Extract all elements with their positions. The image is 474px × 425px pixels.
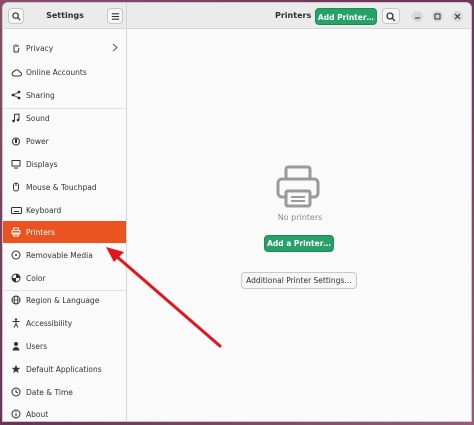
minimize-button[interactable] <box>412 11 423 22</box>
info-icon <box>10 408 22 420</box>
sidebar-item-label: Removable Media <box>26 250 93 260</box>
sidebar-item-label: Displays <box>26 159 58 169</box>
additional-printer-settings-button[interactable]: Additional Printer Settings… <box>241 272 357 289</box>
sidebar-header: Settings <box>3 3 127 29</box>
sidebar-item-region-language[interactable]: Region & Language <box>3 289 126 311</box>
sidebar-item-label: Date & Time <box>26 387 73 397</box>
sidebar-item-sound[interactable]: Sound <box>3 107 126 129</box>
add-printer-button[interactable]: Add a Printer… <box>264 235 334 252</box>
sidebar-item-label: Users <box>26 341 48 351</box>
search-icon <box>386 12 396 22</box>
sidebar-item-partial[interactable] <box>3 29 126 37</box>
keyboard-icon <box>10 204 22 216</box>
maximize-icon <box>434 13 441 20</box>
printer-search-button[interactable] <box>382 8 400 24</box>
sidebar-item-users[interactable]: Users <box>3 335 126 357</box>
cloud-icon <box>10 66 22 78</box>
sidebar-item-about[interactable]: About <box>3 403 126 421</box>
media-icon <box>10 249 22 261</box>
panel-title: Printers <box>275 11 312 20</box>
close-icon <box>454 13 461 20</box>
sidebar-item-sharing[interactable]: Sharing <box>3 84 126 106</box>
mouse-icon <box>10 181 22 193</box>
sidebar-item-privacy[interactable]: Privacy <box>3 37 126 59</box>
hamburger-icon <box>111 13 120 20</box>
music-note-icon <box>10 112 22 124</box>
add-printer-header-button[interactable]: Add Printer… <box>315 8 377 25</box>
color-icon <box>10 272 22 284</box>
monitor-icon <box>10 158 22 170</box>
close-button[interactable] <box>452 11 463 22</box>
accessibility-icon <box>10 317 22 329</box>
sidebar-item-default-applications[interactable]: Default Applications <box>3 358 126 380</box>
printers-panel: No printers Add a Printer… Additional Pr… <box>128 29 471 421</box>
star-icon <box>10 363 22 375</box>
empty-state-text: No printers <box>277 213 323 222</box>
sidebar-item-label: Color <box>26 273 46 283</box>
printer-placeholder-icon <box>276 165 320 208</box>
sidebar-item-label: About <box>26 409 49 419</box>
sidebar-item-label: Privacy <box>26 43 54 53</box>
header-bar: Settings Printers Add Printer… <box>3 3 471 29</box>
chevron-right-icon <box>112 43 118 52</box>
minimize-icon <box>415 17 420 19</box>
power-icon <box>10 135 22 147</box>
maximize-button[interactable] <box>432 11 443 22</box>
menu-button[interactable] <box>107 8 123 24</box>
sidebar-item-label: Keyboard <box>26 205 62 215</box>
globe-icon <box>10 294 22 306</box>
sidebar-item-online-accounts[interactable]: Online Accounts <box>3 61 126 83</box>
sidebar-item-date-time[interactable]: Date & Time <box>3 381 126 403</box>
clock-icon <box>10 386 22 398</box>
sidebar-item-label: Region & Language <box>26 295 100 305</box>
sidebar-item-mouse-touchpad[interactable]: Mouse & Touchpad <box>3 176 126 198</box>
window-title: Settings <box>46 11 84 20</box>
users-icon <box>10 340 22 352</box>
search-button[interactable] <box>8 8 24 24</box>
sidebar-item-label: Mouse & Touchpad <box>26 182 97 192</box>
share-icon <box>10 89 22 101</box>
sidebar-item-label: Online Accounts <box>26 67 87 77</box>
sidebar-item-label: Sharing <box>26 90 55 100</box>
settings-sidebar: Privacy Online Accounts Sharing Sound Po… <box>3 29 127 421</box>
sidebar-item-label: Power <box>26 136 49 146</box>
hand-icon <box>10 42 22 54</box>
printer-icon <box>10 226 22 238</box>
sidebar-item-color[interactable]: Color <box>3 267 126 289</box>
search-icon <box>12 12 21 21</box>
sidebar-item-power[interactable]: Power <box>3 130 126 152</box>
sidebar-item-label: Default Applications <box>26 364 102 374</box>
sidebar-item-label: Accessibility <box>26 318 73 328</box>
sidebar-item-displays[interactable]: Displays <box>3 153 126 175</box>
sidebar-item-printers[interactable]: Printers <box>3 221 126 243</box>
sidebar-item-label: Sound <box>26 113 50 123</box>
sidebar-item-accessibility[interactable]: Accessibility <box>3 312 126 334</box>
sidebar-item-keyboard[interactable]: Keyboard <box>3 199 126 221</box>
settings-window: Settings Printers Add Printer… Privacy O… <box>2 2 472 422</box>
sidebar-item-removable-media[interactable]: Removable Media <box>3 244 126 266</box>
sidebar-item-label: Printers <box>26 227 55 237</box>
